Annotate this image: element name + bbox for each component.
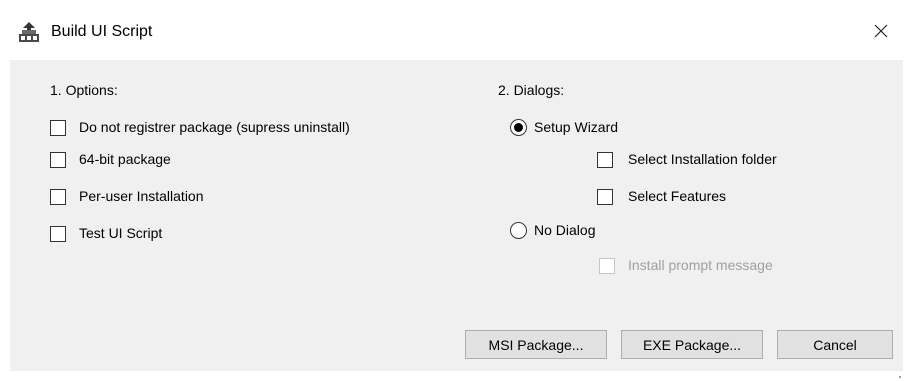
window-title: Build UI Script bbox=[51, 23, 153, 40]
option-label-disabled: Install prompt message bbox=[628, 257, 773, 273]
option-label: Do not registrer package (supress uninst… bbox=[79, 119, 350, 135]
msi-package-button[interactable]: MSI Package... bbox=[465, 330, 607, 359]
build-script-icon bbox=[19, 22, 39, 42]
checkbox-do-not-register[interactable] bbox=[50, 120, 66, 136]
resize-grip[interactable] bbox=[897, 365, 901, 378]
checkbox-test-ui-script[interactable] bbox=[50, 226, 66, 242]
close-button[interactable] bbox=[858, 12, 904, 52]
radio-setup-wizard[interactable] bbox=[510, 119, 527, 136]
option-label: 64-bit package bbox=[79, 151, 171, 167]
checkbox-install-prompt-message bbox=[599, 258, 615, 274]
checkbox-per-user[interactable] bbox=[50, 189, 66, 205]
dialog-body: 1. Options: Do not registrer package (su… bbox=[10, 60, 903, 378]
checkbox-64-bit[interactable] bbox=[50, 152, 66, 168]
checkbox-select-installation-folder[interactable] bbox=[597, 152, 613, 168]
radio-label: Setup Wizard bbox=[534, 119, 619, 135]
title-bar: Build UI Script bbox=[0, 0, 904, 60]
dialogs-heading: 2. Dialogs: bbox=[498, 82, 565, 98]
option-label: Select Installation folder bbox=[628, 151, 777, 167]
exe-package-button[interactable]: EXE Package... bbox=[621, 330, 763, 359]
option-label: Select Features bbox=[628, 188, 727, 204]
option-label: Per-user Installation bbox=[79, 188, 204, 204]
option-label: Test UI Script bbox=[79, 225, 163, 241]
radio-label: No Dialog bbox=[534, 222, 596, 238]
close-icon bbox=[874, 24, 888, 41]
checkbox-select-features[interactable] bbox=[597, 189, 613, 205]
radio-no-dialog[interactable] bbox=[510, 222, 527, 239]
options-heading: 1. Options: bbox=[50, 82, 118, 98]
cancel-button[interactable]: Cancel bbox=[777, 330, 893, 359]
